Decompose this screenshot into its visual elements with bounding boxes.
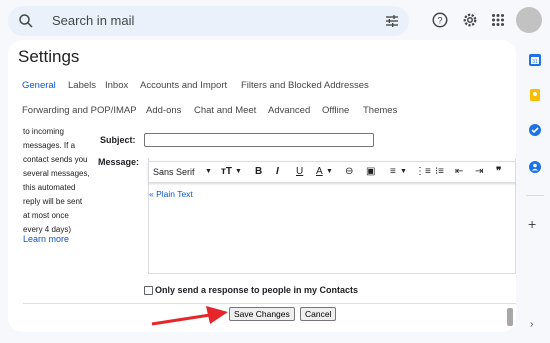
divider — [23, 303, 516, 304]
help-text-line: every 4 days) — [23, 225, 72, 234]
settings-icon[interactable] — [461, 11, 479, 29]
tasks-icon[interactable] — [528, 123, 542, 137]
tab-offline[interactable]: Offline — [322, 105, 349, 116]
apps-icon[interactable] — [489, 11, 507, 29]
tab-themes[interactable]: Themes — [363, 105, 397, 116]
indent-less-icon[interactable]: ⇤ — [455, 166, 463, 177]
svg-text:31: 31 — [532, 59, 538, 65]
search-input[interactable]: Search in mail — [52, 13, 134, 28]
help-text-line: at most once — [23, 211, 69, 220]
tab-chat-meet[interactable]: Chat and Meet — [194, 105, 256, 116]
chevron-down-icon: ▼ — [400, 168, 407, 175]
text-color-icon[interactable]: A — [316, 166, 323, 177]
link-icon[interactable]: ⊖ — [345, 166, 353, 177]
help-text-line: reply will be sent — [23, 197, 83, 206]
search-bar[interactable]: Search in mail — [8, 6, 409, 36]
help-text-line: messages. If a — [23, 141, 76, 150]
cancel-button[interactable]: Cancel — [300, 307, 337, 321]
text-size-icon[interactable]: тT — [221, 166, 232, 177]
search-icon[interactable] — [17, 12, 35, 30]
message-label: Message: — [98, 157, 140, 167]
italic-icon[interactable]: I — [276, 166, 279, 177]
tab-inbox[interactable]: Inbox — [105, 80, 128, 91]
calendar-icon[interactable]: 31 — [528, 53, 542, 67]
add-app-icon[interactable]: + — [528, 216, 536, 232]
formatting-toolbar: Sans Serif ▼ тT ▼ B I U A ▼ ⊖ ▣ ≡ ▼ ⋮≡ ⁝… — [148, 161, 516, 183]
chevron-right-icon[interactable]: › — [530, 319, 533, 330]
help-text-line: to incoming — [23, 127, 64, 136]
plain-text-link[interactable]: « Plain Text — [149, 189, 193, 199]
side-panel-divider — [526, 195, 544, 196]
numbered-list-icon[interactable]: ⋮≡ — [415, 166, 431, 177]
subject-input[interactable] — [144, 133, 374, 147]
tab-labels[interactable]: Labels — [68, 80, 96, 91]
annotation-arrow — [151, 306, 228, 326]
chevron-down-icon: ▼ — [205, 168, 212, 175]
tab-advanced[interactable]: Advanced — [268, 105, 310, 116]
subject-label: Subject: — [100, 135, 136, 145]
chevron-down-icon: ▼ — [235, 168, 242, 175]
align-icon[interactable]: ≡ — [390, 166, 396, 177]
chevron-down-icon: ▼ — [326, 168, 333, 175]
keep-icon[interactable] — [528, 88, 542, 102]
image-icon[interactable]: ▣ — [366, 166, 375, 177]
indent-more-icon[interactable]: ⇥ — [475, 166, 483, 177]
contacts-only-label: Only send a response to people in my Con… — [155, 285, 359, 295]
help-text-line: contact sends you — [23, 155, 88, 164]
tab-accounts-import[interactable]: Accounts and Import — [140, 80, 227, 91]
help-text-line: several messages, — [23, 169, 90, 178]
page-title: Settings — [18, 47, 80, 66]
underline-icon[interactable]: U — [296, 166, 303, 177]
learn-more-link[interactable]: Learn more — [23, 234, 69, 244]
bold-icon[interactable]: B — [255, 166, 262, 177]
contacts-only-checkbox[interactable] — [144, 286, 153, 295]
quote-icon[interactable]: ❞ — [496, 166, 501, 177]
bulleted-list-icon[interactable]: ⁝≡ — [435, 166, 444, 177]
tab-addons[interactable]: Add-ons — [146, 105, 181, 116]
svg-text:?: ? — [437, 15, 442, 25]
help-icon[interactable]: ? — [431, 11, 449, 29]
tab-filters[interactable]: Filters and Blocked Addresses — [241, 80, 369, 91]
help-text-line: this automated — [23, 183, 76, 192]
font-select[interactable]: Sans Serif — [153, 167, 195, 177]
tune-icon[interactable] — [384, 13, 400, 29]
tab-general[interactable]: General — [22, 80, 56, 91]
settings-panel: Settings General Labels Inbox Accounts a… — [8, 40, 516, 332]
save-changes-button[interactable]: Save Changes — [229, 307, 295, 321]
scrollbar[interactable] — [507, 308, 513, 326]
contacts-icon[interactable] — [528, 160, 542, 174]
avatar[interactable] — [516, 7, 542, 33]
tab-forwarding[interactable]: Forwarding and POP/IMAP — [22, 105, 137, 116]
